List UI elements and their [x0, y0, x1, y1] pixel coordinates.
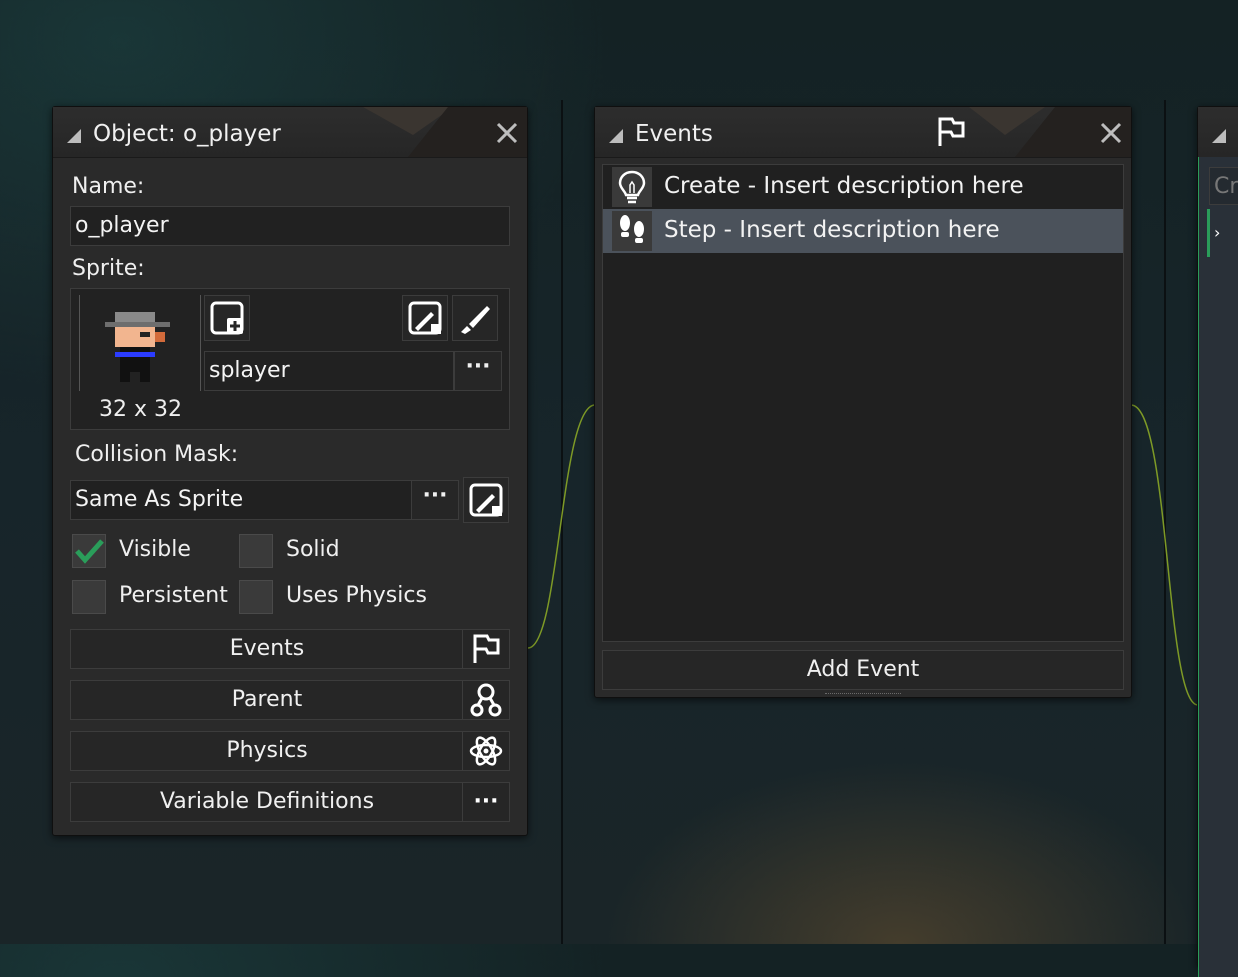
uses-physics-label: Uses Physics [286, 583, 427, 608]
parent-button[interactable]: Parent [70, 680, 464, 720]
parent-side-button[interactable] [462, 680, 510, 720]
brush-box-icon [408, 301, 442, 335]
event-item-label: Step - Insert description here [664, 217, 1000, 243]
variable-definitions-side-button[interactable]: ··· [462, 782, 510, 822]
collision-mask-field[interactable]: Same As Sprite [70, 480, 412, 520]
panel-grip-icon[interactable] [609, 129, 623, 143]
checkmark-icon [75, 539, 104, 564]
sprite-name-field[interactable]: splayer [204, 351, 454, 391]
uses-physics-checkbox[interactable] [239, 580, 273, 614]
event-item-create[interactable]: Create - Insert description here [603, 165, 1123, 209]
edit-sprite-button[interactable] [402, 295, 448, 341]
events-panel-titlebar[interactable]: Events [595, 107, 1131, 158]
add-event-button[interactable]: Add Event [602, 650, 1124, 690]
collision-mask-browse-button[interactable]: ··· [411, 480, 459, 520]
solid-checkbox[interactable] [239, 534, 273, 568]
panel-title: Events [635, 121, 713, 147]
paint-sprite-button[interactable] [452, 295, 498, 341]
close-icon[interactable] [1100, 122, 1122, 144]
sprite-preview[interactable] [79, 295, 201, 391]
events-panel: Events Create - Insert description here [594, 106, 1132, 698]
solid-label: Solid [286, 537, 340, 562]
object-panel-titlebar[interactable]: Object: o_player [53, 107, 527, 158]
chevron-right-icon[interactable]: › [1214, 223, 1220, 242]
code-gutter-marker [1207, 209, 1210, 257]
events-side-button[interactable] [462, 629, 510, 669]
persistent-checkbox[interactable] [72, 580, 106, 614]
object-panel: Object: o_player Name: o_player Sprite: … [52, 106, 528, 836]
flag-icon [473, 634, 500, 663]
name-label: Name: [72, 174, 145, 199]
variable-definitions-button[interactable]: Variable Definitions [70, 782, 464, 822]
events-button[interactable]: Events [70, 629, 464, 669]
connector-wire [527, 404, 596, 649]
physics-button[interactable]: Physics [70, 731, 464, 771]
flag-icon [938, 117, 965, 146]
collision-mask-label: Collision Mask: [75, 442, 239, 467]
player-sprite-image [105, 312, 170, 382]
resize-handle[interactable] [825, 693, 901, 697]
panel-title: Object: o_player [93, 121, 281, 147]
panel-grip-icon[interactable] [1212, 129, 1226, 143]
event-item-step[interactable]: Step - Insert description here [603, 209, 1123, 253]
code-search-input[interactable]: Cr [1209, 167, 1238, 205]
brush-icon [461, 306, 490, 334]
physics-side-button[interactable] [462, 731, 510, 771]
brush-box-icon [469, 483, 503, 517]
code-panel: Cr › [1197, 106, 1238, 977]
persistent-label: Persistent [119, 583, 228, 608]
new-sprite-button[interactable] [204, 295, 250, 341]
hierarchy-icon [470, 683, 502, 717]
close-icon[interactable] [496, 122, 518, 144]
sprite-label: Sprite: [72, 256, 145, 281]
name-field[interactable]: o_player [70, 206, 510, 246]
atom-icon [469, 736, 503, 766]
code-panel-titlebar[interactable] [1198, 107, 1238, 158]
panel-grip-icon[interactable] [67, 129, 81, 143]
collision-mask-edit-button[interactable] [463, 477, 509, 523]
more-icon: ··· [473, 789, 499, 814]
sprite-box: 32 x 32 splayer ··· [70, 288, 510, 430]
visible-label: Visible [119, 537, 191, 562]
visible-checkbox[interactable] [72, 534, 106, 568]
footsteps-icon [612, 211, 652, 251]
event-item-label: Create - Insert description here [664, 173, 1024, 199]
new-sprite-icon [210, 301, 244, 335]
sprite-size: 32 x 32 [99, 397, 182, 422]
sprite-browse-button[interactable]: ··· [454, 351, 502, 391]
connector-wire [1130, 404, 1199, 706]
lightbulb-icon [612, 167, 652, 207]
code-panel-body [1198, 157, 1238, 977]
